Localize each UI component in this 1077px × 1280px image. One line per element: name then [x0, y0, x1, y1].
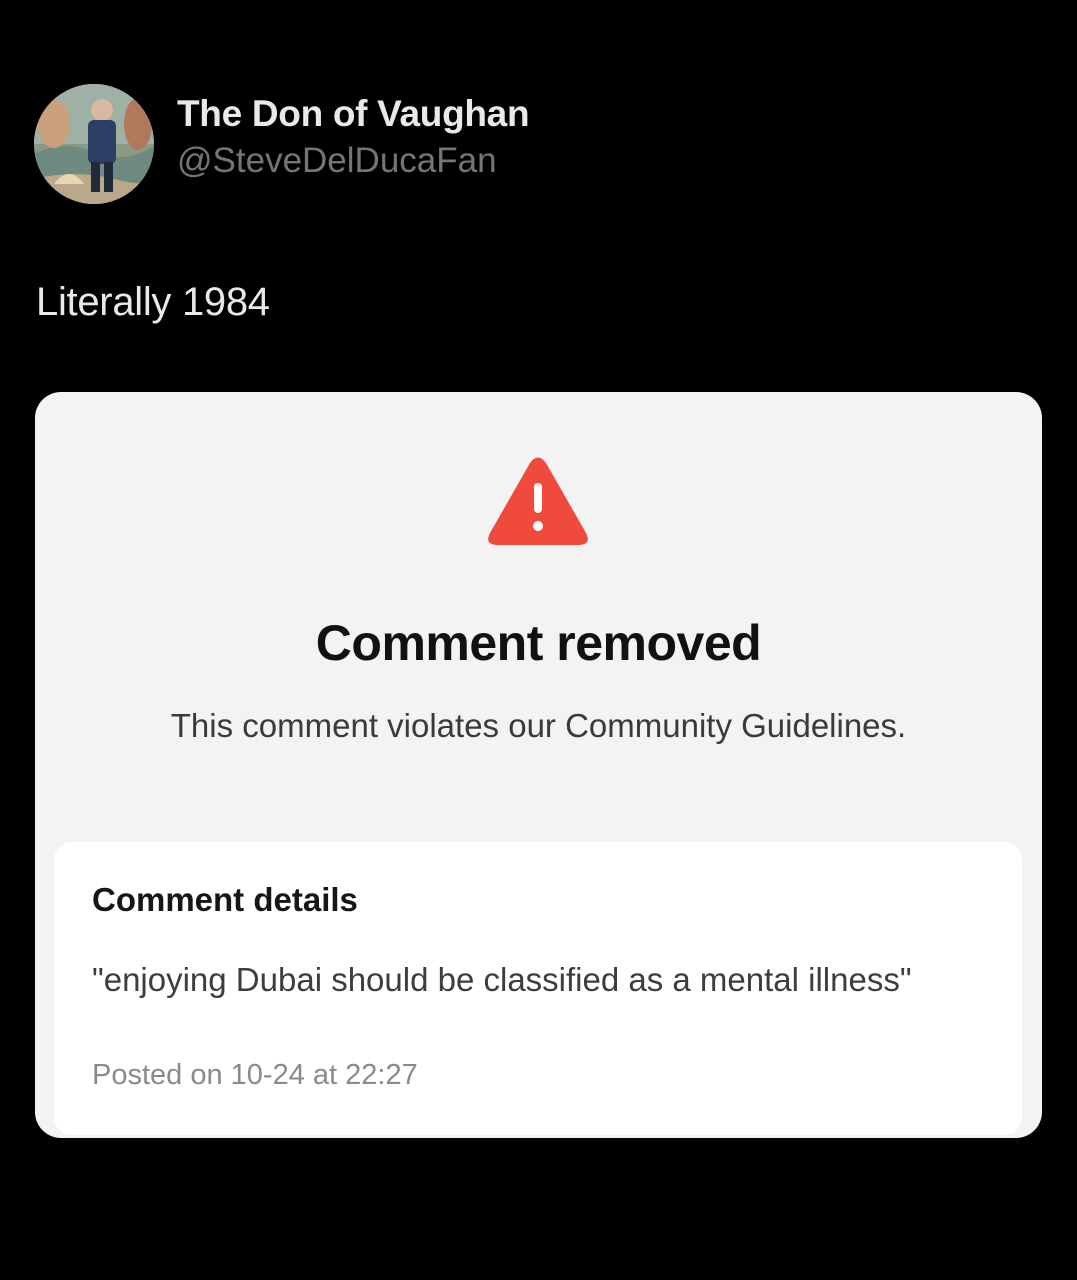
author-handle[interactable]: @SteveDelDucaFan — [177, 137, 529, 185]
tweet-author[interactable]: The Don of Vaughan @SteveDelDucaFan — [34, 84, 530, 204]
comment-posted-time: Posted on 10-24 at 22:27 — [92, 1059, 418, 1091]
author-display-name[interactable]: The Don of Vaughan — [177, 91, 530, 137]
tweet: The Don of Vaughan @SteveDelDucaFan Lite… — [0, 0, 1077, 1280]
comment-details-heading: Comment details — [92, 881, 358, 918]
removed-title: Comment removed — [315, 615, 762, 671]
author-names: The Don of Vaughan @SteveDelDucaFan — [177, 91, 530, 185]
warning-triangle-icon — [488, 457, 588, 545]
avatar[interactable] — [34, 84, 154, 204]
removed-comment-text: "enjoying Dubai should be classified as … — [92, 961, 912, 998]
removed-subtitle: This comment violates our Community Guid… — [170, 707, 907, 744]
tweet-text: Literally 1984 — [36, 280, 270, 324]
avatar-image — [34, 84, 154, 204]
